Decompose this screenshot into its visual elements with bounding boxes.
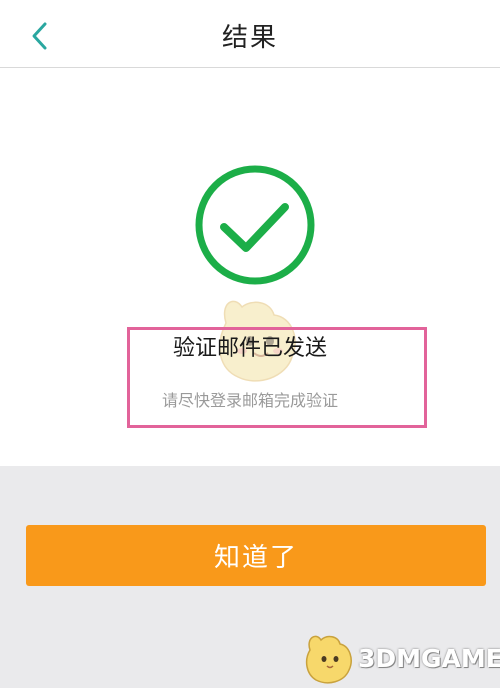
brand-watermark: 3DMGAME xyxy=(302,632,500,684)
brand-watermark-text: 3DMGAME xyxy=(358,643,500,673)
result-title: 验证邮件已发送 xyxy=(172,336,327,361)
got-it-button[interactable]: 知道了 xyxy=(26,525,486,586)
top-nav-bar: 结果 xyxy=(0,0,500,68)
mascot-logo-icon xyxy=(305,635,352,684)
check-circle-icon xyxy=(195,165,315,285)
page-title: 结果 xyxy=(221,23,278,53)
result-subtitle: 请尽快登录邮箱完成验证 xyxy=(161,391,338,410)
